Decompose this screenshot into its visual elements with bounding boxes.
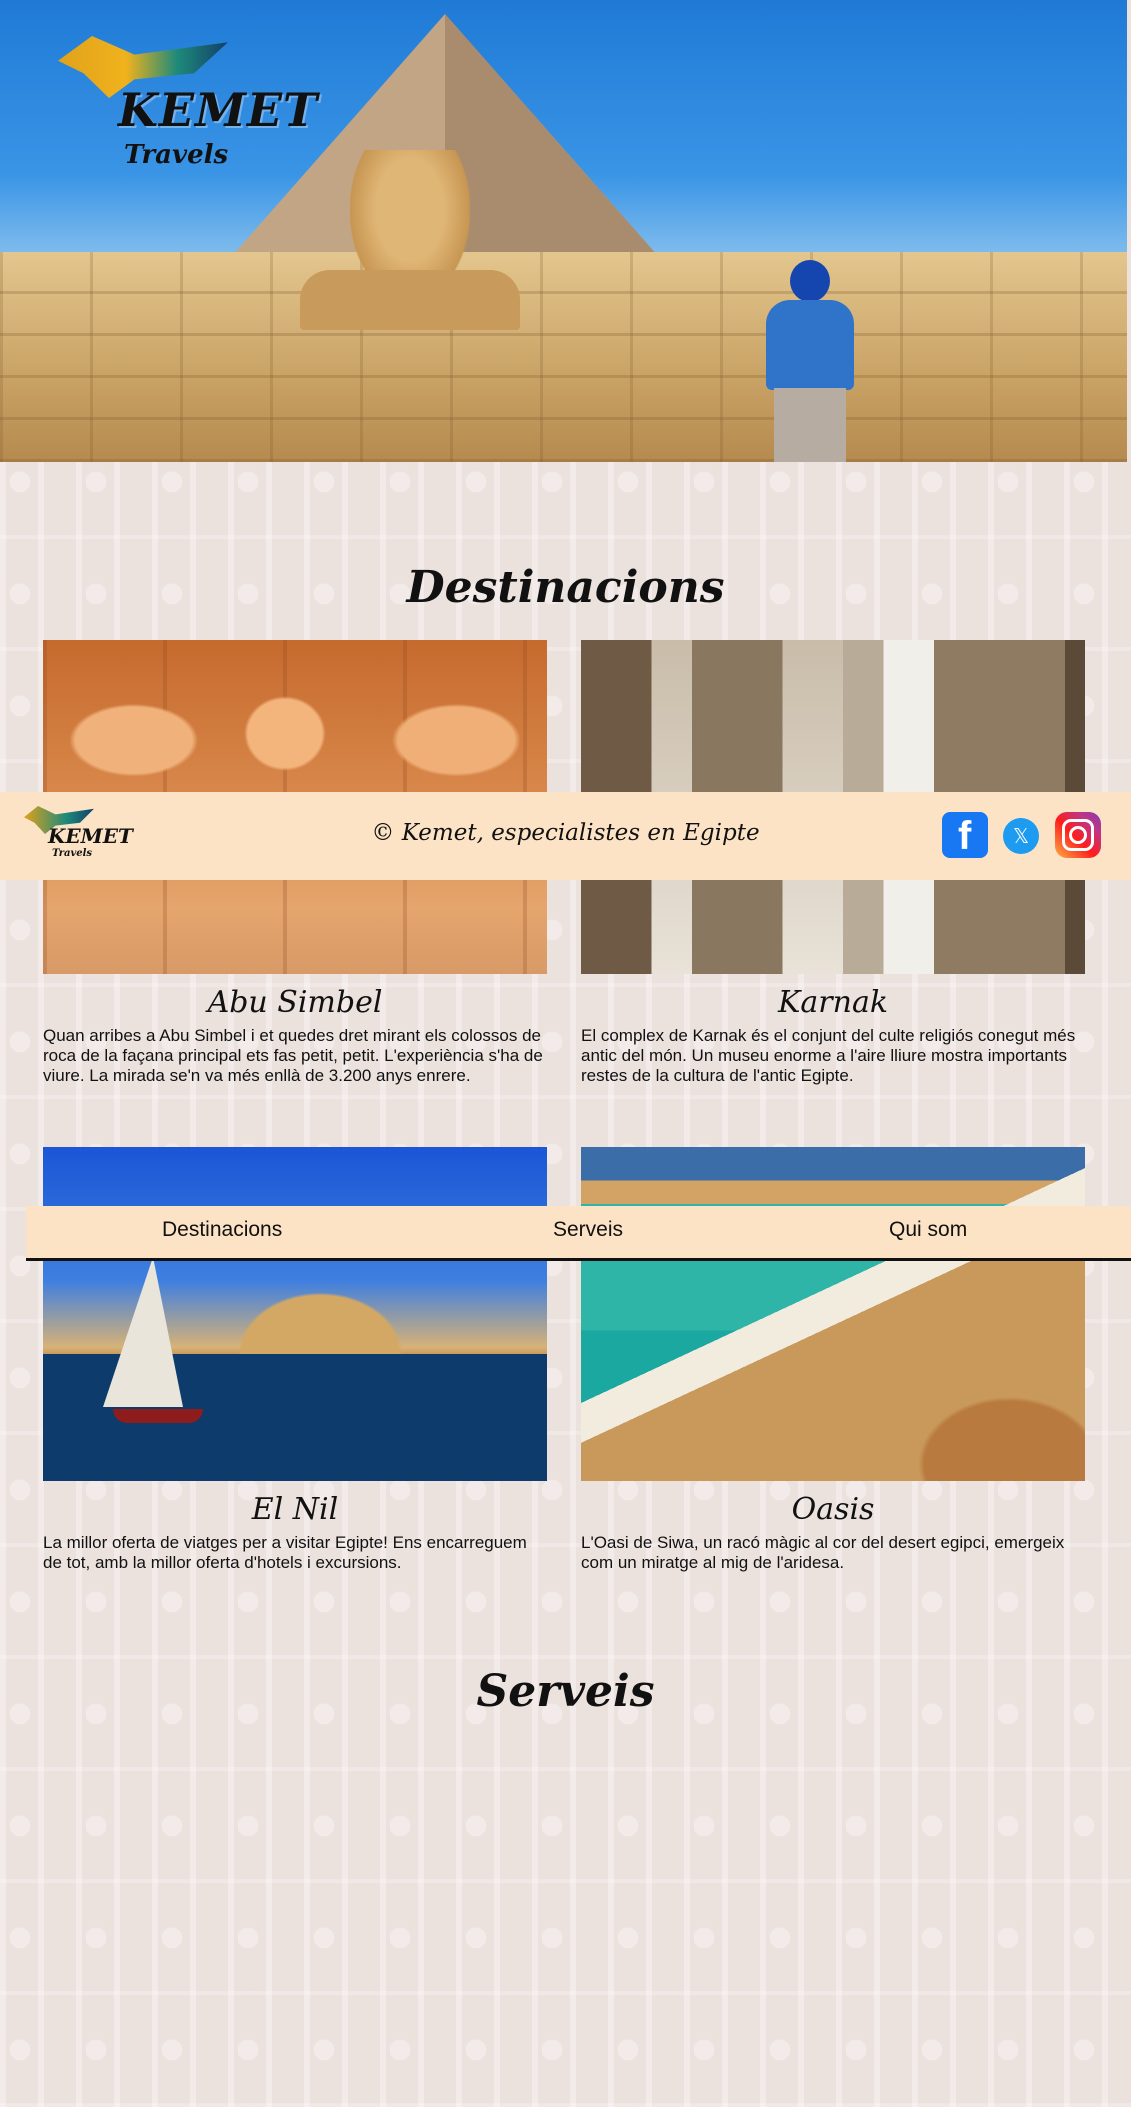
felucca-sail: [103, 1257, 183, 1407]
logo-tagline: Travels: [124, 140, 229, 170]
destination-description: El complex de Karnak és el conjunt del c…: [581, 1026, 1076, 1085]
kemet-logo[interactable]: KEMET Travels: [58, 28, 317, 178]
destination-description: La millor oferta de viatges per a visita…: [43, 1533, 527, 1572]
destinations-heading: Destinacions: [406, 562, 725, 613]
hero-banner: KEMET Travels: [0, 0, 1127, 462]
traveler-image: [760, 260, 860, 462]
destination-title: Karnak: [777, 985, 889, 1020]
footer-bar: KEMET Travels © Kemet, especialistes en …: [0, 792, 1131, 880]
destination-description: Quan arribes a Abu Simbel i et quedes dr…: [43, 1026, 543, 1085]
main-nav: Destinacions Serveis Qui som: [26, 1206, 1131, 1261]
nav-link-services[interactable]: Serveis: [553, 1218, 623, 1242]
x-twitter-icon[interactable]: 𝕏: [1003, 818, 1039, 854]
destination-title: Abu Simbel: [207, 985, 383, 1020]
nav-link-destinations[interactable]: Destinacions: [162, 1218, 282, 1242]
destination-title: El Nil: [251, 1492, 339, 1527]
oasis-image[interactable]: [581, 1147, 1085, 1481]
ruins-image: [0, 252, 1127, 462]
instagram-icon[interactable]: [1055, 812, 1101, 858]
destination-description: L'Oasi de Siwa, un racó màgic al cor del…: [581, 1533, 1065, 1572]
nile-image[interactable]: [43, 1147, 547, 1481]
traveler-head: [790, 260, 830, 302]
services-heading: Serveis: [476, 1666, 655, 1717]
destination-title: Oasis: [791, 1492, 875, 1527]
traveler-pants: [774, 388, 846, 462]
pyramid-shade: [445, 14, 665, 264]
felucca-boat: [113, 1409, 203, 1423]
traveler-shirt: [766, 300, 854, 390]
logo-name: KEMET: [118, 83, 319, 137]
footer-logo-tagline: Travels: [52, 848, 93, 859]
sphinx-body: [300, 270, 520, 330]
nav-link-about[interactable]: Qui som: [889, 1218, 967, 1242]
facebook-icon[interactable]: f: [942, 812, 988, 858]
